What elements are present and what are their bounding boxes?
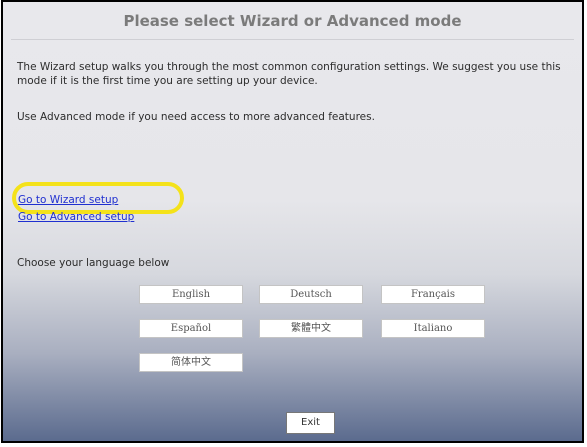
language-button-espanol[interactable]: Español <box>139 319 243 338</box>
language-button-italiano[interactable]: Italiano <box>381 319 485 338</box>
language-button-simplified-chinese[interactable]: 简体中文 <box>139 353 243 372</box>
mode-selection-dialog: Please select Wizard or Advanced mode Th… <box>1 0 584 443</box>
language-button-deutsch[interactable]: Deutsch <box>259 285 363 304</box>
wizard-setup-link[interactable]: Go to Wizard setup <box>18 194 118 206</box>
dialog-title: Please select Wizard or Advanced mode <box>123 12 462 30</box>
title-divider <box>11 39 574 40</box>
advanced-description: Use Advanced mode if you need access to … <box>17 111 375 123</box>
language-button-english[interactable]: English <box>139 285 243 304</box>
wizard-description: The Wizard setup walks you through the m… <box>17 61 561 87</box>
exit-button[interactable]: Exit <box>286 412 335 434</box>
advanced-setup-link[interactable]: Go to Advanced setup <box>18 211 134 223</box>
language-button-francais[interactable]: Français <box>381 285 485 304</box>
language-button-traditional-chinese[interactable]: 繁體中文 <box>259 319 363 338</box>
language-heading: Choose your language below <box>17 257 170 269</box>
